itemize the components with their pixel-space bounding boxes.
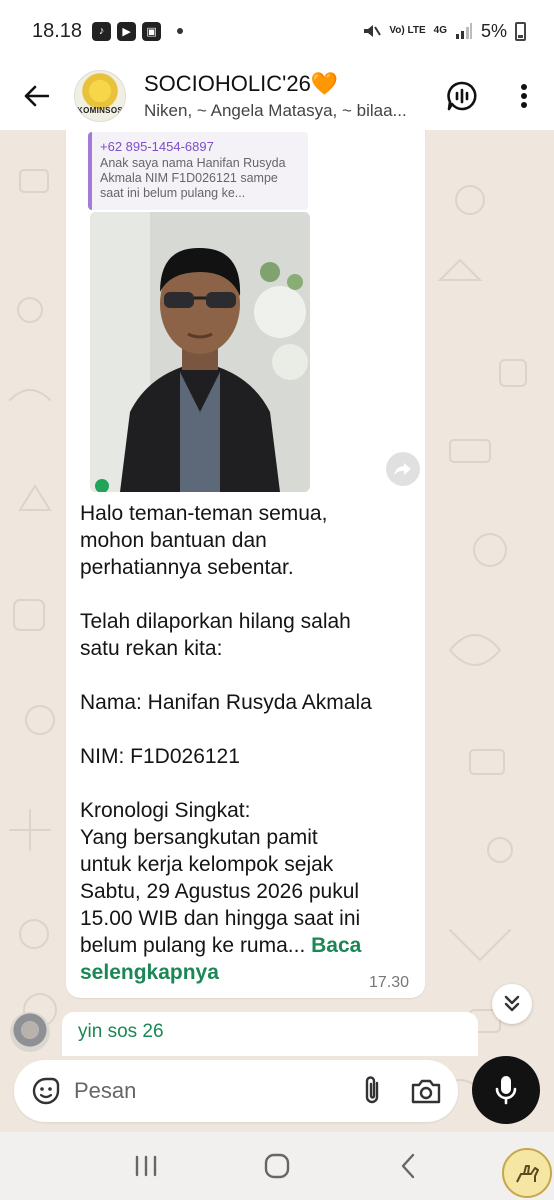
more-vertical-icon	[521, 84, 527, 108]
double-chevron-down-icon	[504, 995, 520, 1012]
recent-apps-button[interactable]	[126, 1146, 166, 1186]
battery-icon	[515, 21, 526, 41]
next-message-bubble[interactable]: yin sos 26	[62, 1012, 478, 1056]
message-composer	[14, 1060, 458, 1122]
chevron-left-icon	[402, 1153, 415, 1179]
gallery-icon: ▣	[142, 21, 162, 41]
home-button[interactable]	[257, 1146, 297, 1186]
sender-avatar[interactable]	[10, 1012, 50, 1052]
horse-rider-icon	[516, 1165, 539, 1183]
voice-chat-icon	[447, 81, 477, 111]
signal-icon	[455, 23, 472, 39]
group-avatar-text: KOMINSOS	[77, 106, 123, 115]
chat-title: SOCIOHOLIC'26🧡	[144, 71, 339, 96]
back-button[interactable]	[18, 78, 54, 114]
sticker-icon	[32, 1077, 60, 1105]
quoted-sender: +62 895-1454-6897	[100, 139, 214, 154]
volte-label: Vo) LTE	[389, 25, 426, 36]
message-input[interactable]	[74, 1078, 304, 1104]
microphone-icon	[495, 1076, 517, 1105]
paperclip-icon	[365, 1076, 379, 1104]
forward-icon	[394, 463, 411, 476]
message-body: Halo teman-teman semua, mohon bantuan da…	[80, 502, 372, 957]
system-nav-bar	[0, 1132, 554, 1200]
chat-members: Niken, ~ Angela Matasya, ~ bilaa...	[144, 101, 407, 120]
battery-percent: 5%	[480, 20, 507, 41]
scroll-to-bottom-button[interactable]	[492, 984, 532, 1024]
status-bar: 18.18 ♪ ▶ ▣ Vo) LTE 4G 5%	[0, 0, 554, 62]
person-photo	[90, 212, 310, 492]
tiktok-icon: ♪	[92, 21, 112, 41]
voice-chat-button[interactable]	[442, 76, 482, 116]
quoted-text: Anak saya nama Hanifan Rusyda Akmala NIM…	[100, 156, 286, 200]
message-time: 17.30	[368, 974, 409, 991]
back-nav-button[interactable]	[388, 1146, 428, 1186]
voice-message-button[interactable]	[472, 1056, 540, 1124]
message-text: Halo teman-teman semua, mohon bantuan da…	[80, 500, 410, 986]
attach-button[interactable]	[354, 1073, 390, 1109]
next-message-sender: yin sos 26	[78, 1021, 164, 1042]
arrow-left-icon	[24, 85, 49, 107]
forward-button[interactable]	[386, 452, 420, 486]
camera-icon	[411, 1079, 441, 1104]
mute-icon	[364, 25, 382, 37]
youtube-icon: ▶	[117, 21, 137, 41]
group-avatar[interactable]: KOMINSOS	[74, 70, 126, 122]
camera-button[interactable]	[408, 1073, 444, 1109]
chat-header: KOMINSOS SOCIOHOLIC'26🧡 Niken, ~ Angela …	[0, 62, 554, 130]
more-options-button[interactable]	[504, 76, 544, 116]
home-icon	[264, 1153, 290, 1179]
quoted-message[interactable]: +62 895-1454-6897 Anak saya nama Hanifan…	[88, 132, 308, 210]
message-bubble[interactable]: +62 895-1454-6897 Anak saya nama Hanifan…	[66, 128, 425, 998]
more-notifications-icon	[177, 28, 184, 34]
network-type-label: 4G	[433, 25, 447, 36]
recent-apps-icon	[135, 1155, 156, 1177]
chat-title-area[interactable]: SOCIOHOLIC'26🧡 Niken, ~ Angela Matasya, …	[144, 71, 434, 121]
sticker-button[interactable]	[28, 1073, 64, 1109]
status-time: 18.18	[32, 19, 83, 42]
watermark-logo	[502, 1148, 552, 1198]
message-photo[interactable]	[90, 212, 310, 492]
